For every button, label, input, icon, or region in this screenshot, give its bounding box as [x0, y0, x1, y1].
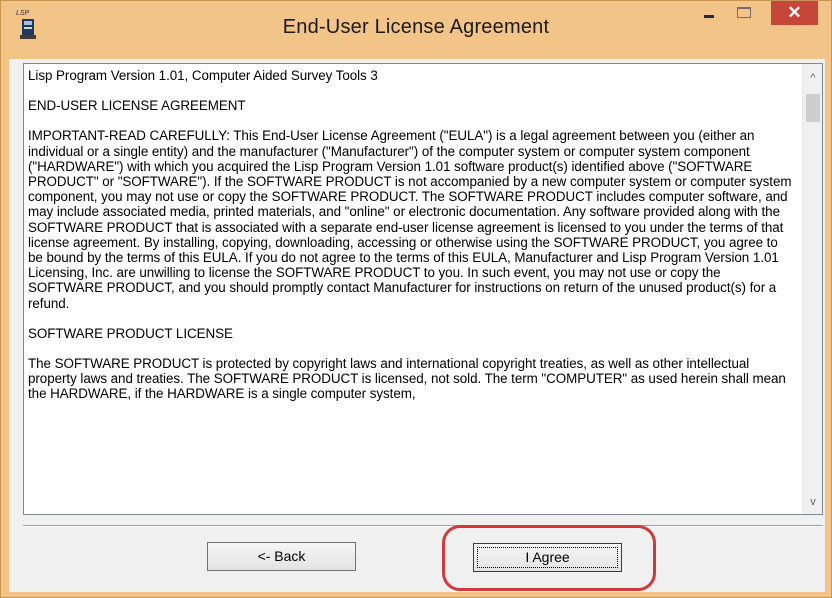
license-window: LSP End-User License Agreement ✕ Lisp Pr… — [0, 0, 832, 598]
license-text: Lisp Program Version 1.01, Computer Aide… — [28, 68, 796, 417]
minimize-icon — [704, 15, 714, 18]
dialog-client-area: Lisp Program Version 1.01, Computer Aide… — [9, 59, 825, 592]
license-paragraph-copyright: The SOFTWARE PRODUCT is protected by cop… — [28, 356, 786, 402]
scroll-up-icon[interactable]: ^ — [803, 68, 822, 88]
license-paragraph-heading: END-USER LICENSE AGREEMENT — [28, 98, 246, 114]
title-bar[interactable]: LSP End-User License Agreement ✕ — [1, 1, 831, 59]
close-button[interactable]: ✕ — [771, 1, 818, 25]
vertical-scrollbar[interactable]: ^ v — [802, 64, 822, 514]
license-text-box[interactable]: Lisp Program Version 1.01, Computer Aide… — [23, 63, 823, 515]
scroll-thumb[interactable] — [806, 94, 820, 122]
license-paragraph-license-heading: SOFTWARE PRODUCT LICENSE — [28, 325, 233, 341]
license-paragraph-important: IMPORTANT-READ CAREFULLY: This End-User … — [28, 128, 792, 311]
maximize-button[interactable] — [731, 1, 759, 28]
license-paragraph-product: Lisp Program Version 1.01, Computer Aide… — [28, 68, 378, 83]
close-icon: ✕ — [787, 3, 802, 22]
maximize-icon — [737, 7, 751, 18]
button-separator — [23, 525, 823, 527]
highlight-annotation — [442, 525, 656, 591]
back-button[interactable]: <- Back — [207, 542, 356, 571]
scroll-down-icon[interactable]: v — [803, 492, 822, 512]
minimize-button[interactable] — [696, 1, 724, 28]
